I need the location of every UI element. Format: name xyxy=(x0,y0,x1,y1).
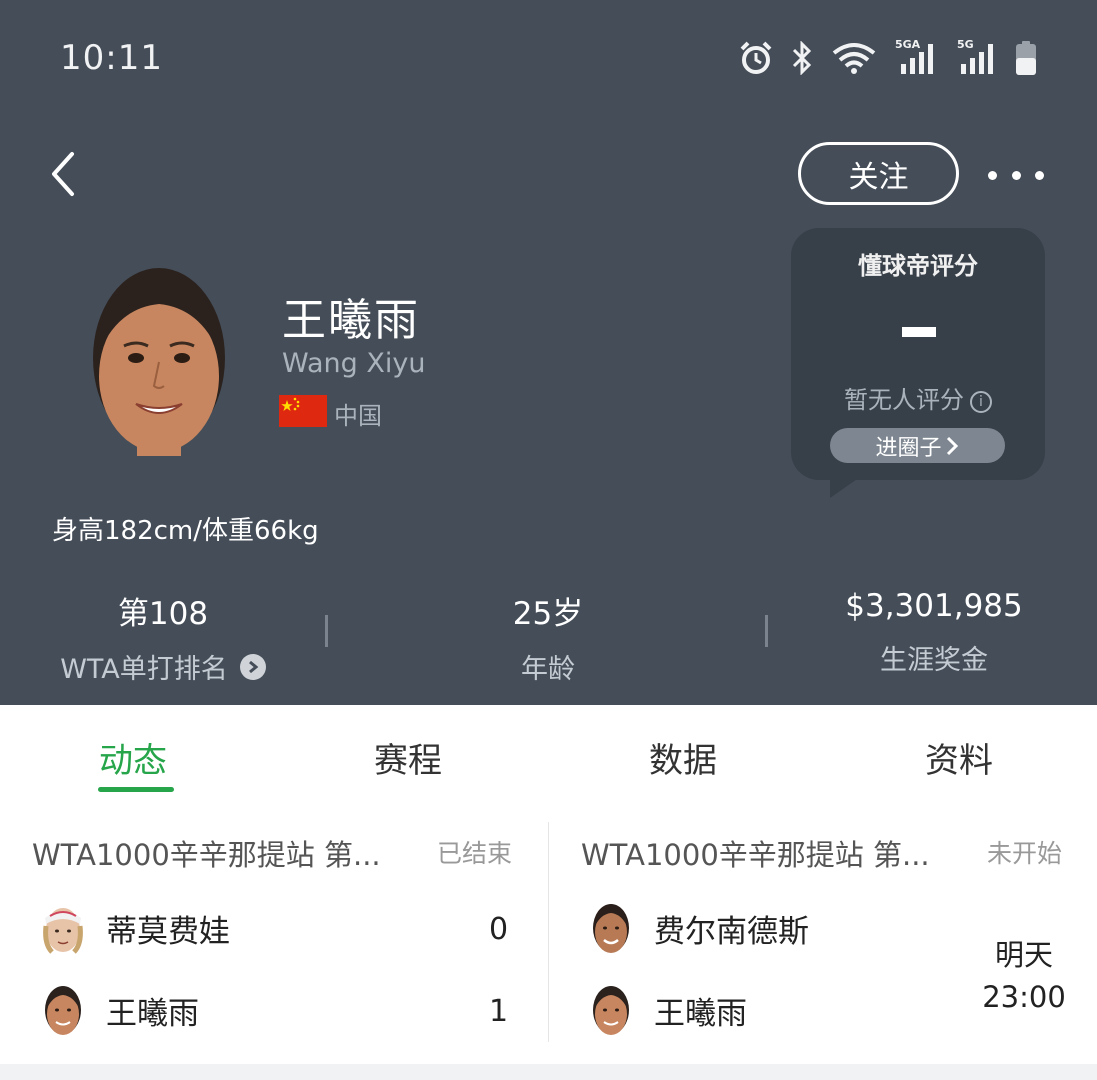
back-button[interactable] xyxy=(44,148,88,200)
stat-divider xyxy=(765,615,768,647)
team-name: 费尔南德斯 xyxy=(654,913,809,950)
alarm-icon xyxy=(740,41,772,74)
rating-score-dash xyxy=(902,327,936,337)
enter-circle-label: 进圈子 xyxy=(875,435,942,461)
player-name-en: Wang Xiyu xyxy=(282,348,426,379)
dot-icon xyxy=(1011,170,1021,180)
dot-icon xyxy=(1035,170,1044,180)
china-flag-icon xyxy=(279,395,327,427)
stat-ranking[interactable]: 第108 WTA单打排名 xyxy=(52,588,274,686)
player-avatar xyxy=(43,908,83,954)
tab-stats[interactable]: 数据 xyxy=(649,733,717,782)
stat-prize-value: $3,301,985 xyxy=(845,588,1023,624)
tab-schedule[interactable]: 赛程 xyxy=(374,733,442,782)
match-status: 已结束 xyxy=(437,839,513,868)
rating-panel: 懂球帝评分 暂无人评分 i 进圈子 xyxy=(791,228,1045,480)
rating-none-label: 暂无人评分 xyxy=(844,386,964,414)
signal-5ga-icon: 5GA xyxy=(895,38,939,76)
more-options-button[interactable] xyxy=(988,160,1044,190)
status-icons: 5GA 5G xyxy=(739,38,1037,78)
player-name: 王曦雨 xyxy=(282,295,420,346)
bottom-strip xyxy=(0,1064,1097,1080)
team-score: 1 xyxy=(489,994,509,1029)
player-country: 中国 xyxy=(334,402,382,430)
chevron-right-icon xyxy=(946,436,958,455)
team-row: 王曦雨 xyxy=(590,982,747,1038)
team-row: 蒂莫费娃 xyxy=(42,900,230,956)
team-row: 王曦雨 xyxy=(42,982,199,1038)
player-avatar xyxy=(593,986,629,1035)
stat-ranking-value: 第108 xyxy=(117,596,209,632)
player-avatar xyxy=(93,268,225,456)
team-row: 费尔南德斯 xyxy=(590,900,809,956)
match-title: WTA1000辛辛那提站 第... xyxy=(581,838,930,872)
chevron-right-icon xyxy=(239,653,266,680)
stat-prize-money: $3,301,985 生涯奖金 xyxy=(834,588,1034,677)
stat-age-label: 年龄 xyxy=(521,654,575,685)
stat-divider xyxy=(325,615,328,647)
dot-icon xyxy=(988,170,997,180)
stat-age-value: 25岁 xyxy=(512,596,584,632)
match-day: 明天 xyxy=(994,938,1053,972)
rating-title: 懂球帝评分 xyxy=(858,252,978,280)
active-tab-indicator xyxy=(98,787,174,792)
info-icon[interactable]: i xyxy=(970,391,992,413)
match-card[interactable]: WTA1000辛辛那提站 第... 已结束 蒂莫费娃 0 王曦雨 1 xyxy=(0,812,548,1060)
tab-news[interactable]: 动态 xyxy=(99,733,167,782)
stat-age: 25岁 年龄 xyxy=(448,588,648,686)
battery-icon xyxy=(1016,41,1036,75)
player-header: 10:11 5GA 5G 关注 王曦雨 Wang Xiyu 中国 身高182cm… xyxy=(0,0,1097,705)
follow-button[interactable]: 关注 xyxy=(798,142,959,205)
status-time: 10:11 xyxy=(60,38,163,78)
match-card[interactable]: WTA1000辛辛那提站 第... 未开始 费尔南德斯 王曦雨 明天 23:00 xyxy=(549,812,1097,1060)
match-time: 明天 23:00 xyxy=(979,934,1069,1018)
player-height-weight: 身高182cm/体重66kg xyxy=(52,516,319,546)
tab-profile[interactable]: 资料 xyxy=(925,733,993,782)
bluetooth-icon xyxy=(792,41,812,75)
enter-circle-button[interactable]: 进圈子 xyxy=(830,428,1005,463)
rating-none-text: 暂无人评分 i xyxy=(791,380,1045,415)
match-title: WTA1000辛辛那提站 第... xyxy=(32,838,381,872)
player-avatar xyxy=(593,904,629,953)
signal-5g-icon: 5G xyxy=(957,38,997,76)
player-avatar xyxy=(45,986,81,1035)
stat-prize-label: 生涯奖金 xyxy=(880,645,988,676)
wifi-icon xyxy=(832,43,876,74)
team-name: 王曦雨 xyxy=(106,995,199,1032)
chevron-left-icon xyxy=(52,152,74,196)
stat-ranking-label-text: WTA单打排名 xyxy=(60,654,228,685)
team-name: 王曦雨 xyxy=(654,995,747,1032)
match-clock: 23:00 xyxy=(982,980,1066,1014)
team-name: 蒂莫费娃 xyxy=(106,913,230,950)
team-score: 0 xyxy=(489,912,509,947)
stat-ranking-label: WTA单打排名 xyxy=(52,647,274,686)
match-status: 未开始 xyxy=(987,839,1063,868)
